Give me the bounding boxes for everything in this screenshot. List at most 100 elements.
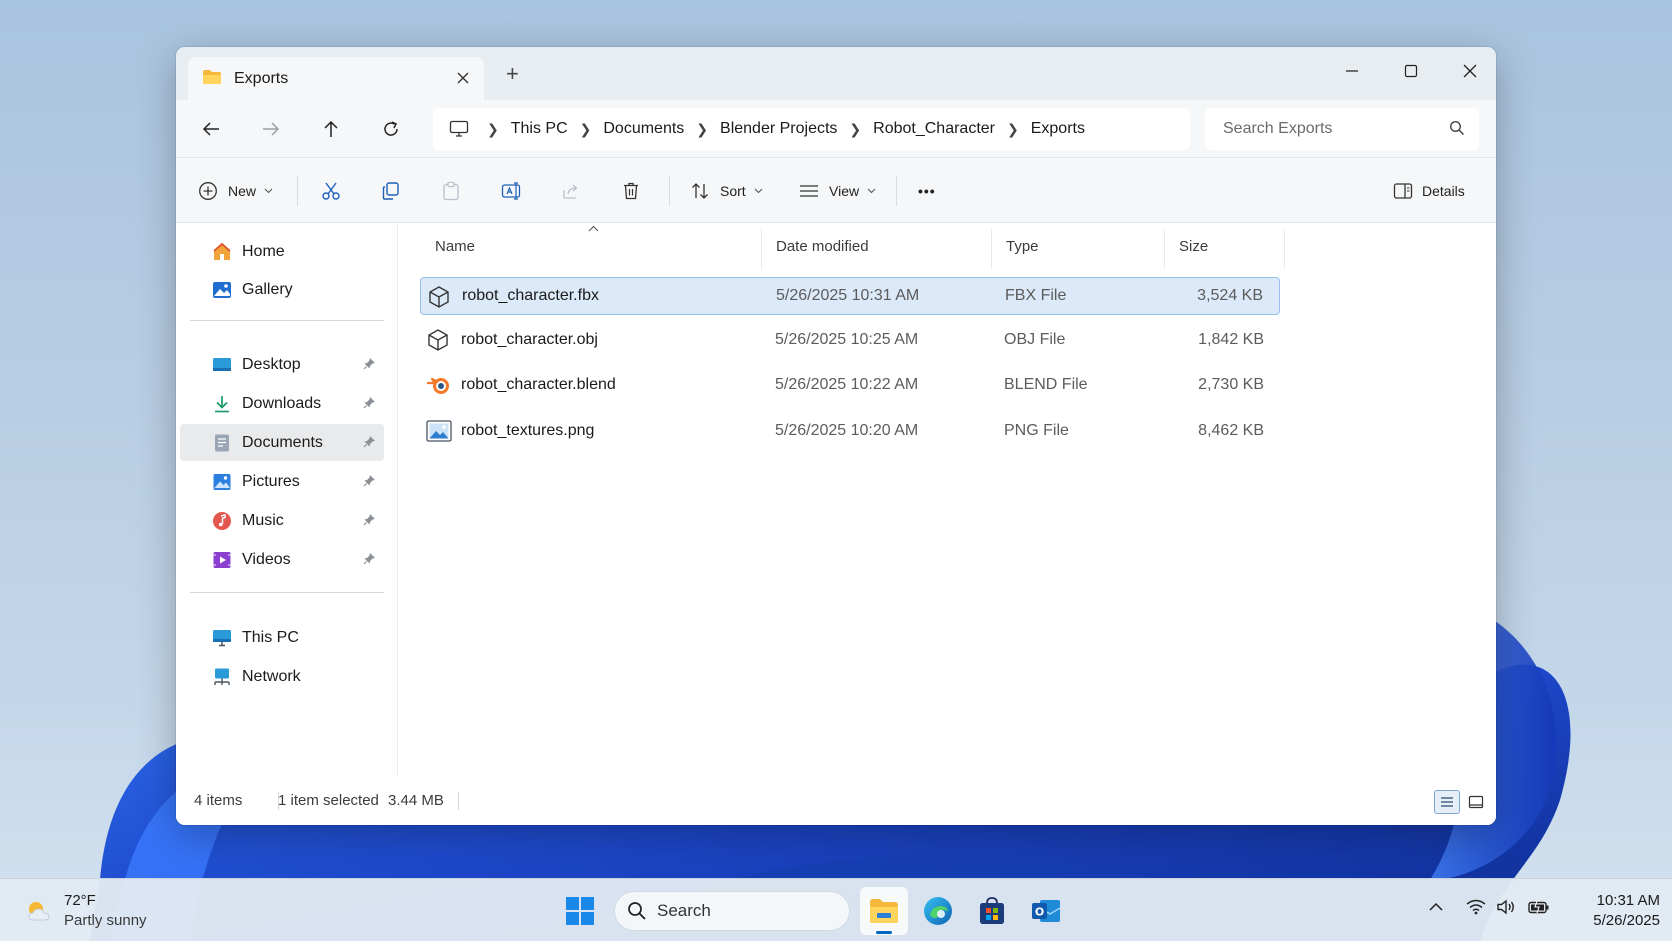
wifi-icon[interactable] — [1466, 899, 1486, 919]
taskbar-file-explorer[interactable] — [860, 887, 908, 935]
edge-browser-icon — [922, 895, 954, 927]
column-resize-handle[interactable] — [991, 229, 992, 269]
file-row[interactable]: robot_character.obj 5/26/2025 10:25 AM O… — [420, 321, 1280, 359]
pin-icon[interactable] — [363, 435, 376, 452]
tiles-view-button[interactable] — [1463, 790, 1489, 814]
column-resize-handle[interactable] — [1284, 229, 1285, 269]
volume-icon[interactable] — [1496, 899, 1518, 919]
3d-object-icon — [427, 285, 451, 309]
details-pane-icon — [1393, 182, 1413, 200]
refresh-button[interactable] — [373, 112, 409, 146]
sidebar-item-label: This PC — [242, 628, 299, 646]
battery-icon[interactable] — [1528, 899, 1550, 919]
column-header-name[interactable]: Name — [435, 223, 475, 269]
minimize-button[interactable] — [1326, 55, 1378, 87]
pin-icon[interactable] — [363, 513, 376, 530]
pin-icon[interactable] — [363, 396, 376, 413]
maximize-button[interactable] — [1385, 55, 1437, 87]
folder-icon — [202, 69, 222, 89]
computer-icon[interactable] — [449, 120, 469, 138]
taskbar-edge[interactable] — [914, 887, 962, 935]
search-placeholder: Search Exports — [1223, 120, 1333, 137]
details-pane-button[interactable]: Details — [1393, 174, 1465, 208]
file-explorer-icon — [868, 897, 900, 925]
column-header-date-modified[interactable]: Date modified — [776, 223, 869, 269]
sidebar-item-downloads[interactable]: Downloads — [180, 385, 384, 422]
sidebar-item-gallery[interactable]: Gallery — [180, 271, 384, 308]
view-button[interactable]: View — [799, 174, 876, 208]
share-button[interactable] — [561, 174, 581, 208]
sidebar-item-label: Pictures — [242, 472, 300, 490]
sort-icon — [690, 181, 710, 201]
tab-exports[interactable]: Exports — [188, 57, 484, 100]
sidebar-item-desktop[interactable]: Desktop — [180, 346, 384, 383]
clock-date: 5/26/2025 — [1593, 912, 1660, 929]
column-resize-handle[interactable] — [1164, 229, 1165, 269]
home-icon — [212, 242, 232, 262]
sidebar-item-home[interactable]: Home — [180, 233, 384, 270]
clock-time: 10:31 AM — [1596, 892, 1660, 909]
paste-button[interactable] — [441, 174, 461, 208]
breadcrumb-blender-projects[interactable]: Blender Projects — [708, 120, 849, 138]
more-options-button[interactable]: ••• — [918, 174, 936, 208]
gallery-icon — [212, 280, 232, 300]
desktop-icon — [212, 355, 232, 375]
breadcrumb-robot-character[interactable]: Robot_Character — [861, 120, 1007, 138]
weather-temperature: 72°F — [64, 892, 96, 909]
back-button[interactable] — [193, 112, 229, 146]
sidebar-item-label: Music — [242, 511, 284, 529]
status-divider — [458, 792, 459, 810]
breadcrumb[interactable]: ❯ This PC ❯ Documents ❯ Blender Projects… — [433, 108, 1190, 150]
up-button[interactable] — [313, 112, 349, 146]
trash-icon — [621, 181, 641, 201]
sidebar-item-label: Gallery — [242, 280, 293, 298]
new-tab-button[interactable]: + — [506, 63, 519, 85]
column-resize-handle[interactable] — [761, 229, 762, 269]
delete-button[interactable] — [621, 174, 641, 208]
windows-logo-icon — [565, 896, 595, 926]
sidebar-item-pictures[interactable]: Pictures — [180, 463, 384, 500]
new-button[interactable]: New — [198, 174, 273, 208]
taskbar-search[interactable]: Search — [614, 891, 850, 931]
copy-button[interactable] — [381, 174, 401, 208]
pin-icon[interactable] — [363, 474, 376, 491]
file-row-selected[interactable]: robot_character.fbx 5/26/2025 10:31 AM F… — [420, 277, 1280, 315]
file-row[interactable]: robot_textures.png 5/26/2025 10:20 AM PN… — [420, 412, 1280, 450]
start-button[interactable] — [556, 887, 604, 935]
search-input[interactable]: Search Exports — [1205, 108, 1479, 150]
search-icon — [627, 901, 647, 921]
column-header-type[interactable]: Type — [1006, 223, 1039, 269]
column-header-size[interactable]: Size — [1179, 223, 1208, 269]
sidebar-item-documents[interactable]: Documents — [180, 424, 384, 461]
svg-text:O: O — [1035, 906, 1044, 919]
weather-widget[interactable]: 72°F Partly sunny — [24, 891, 147, 931]
file-size: 8,462 KB — [1198, 422, 1264, 439]
file-name: robot_character.fbx — [462, 287, 599, 304]
close-tab-icon[interactable] — [456, 69, 470, 90]
sidebar-item-this-pc[interactable]: This PC — [180, 619, 384, 656]
breadcrumb-this-pc[interactable]: This PC — [499, 120, 580, 138]
sidebar-item-videos[interactable]: Videos — [180, 541, 384, 578]
weather-condition: Partly sunny — [64, 912, 147, 929]
details-view-button[interactable] — [1434, 790, 1460, 814]
pin-icon[interactable] — [363, 552, 376, 569]
new-label: New — [228, 183, 257, 199]
sidebar-item-music[interactable]: Music — [180, 502, 384, 539]
rename-button[interactable] — [501, 174, 523, 208]
details-view-icon — [1440, 796, 1454, 808]
system-clock[interactable]: 10:31 AM 5/26/2025 — [1560, 891, 1660, 931]
file-row[interactable]: robot_character.blend 5/26/2025 10:22 AM… — [420, 366, 1280, 404]
breadcrumb-documents[interactable]: Documents — [591, 120, 696, 138]
close-window-button[interactable] — [1444, 55, 1496, 87]
sidebar-item-network[interactable]: Network — [180, 658, 384, 695]
file-type: FBX File — [1005, 287, 1067, 304]
taskbar-microsoft-store[interactable] — [968, 887, 1016, 935]
pin-icon[interactable] — [363, 357, 376, 374]
file-name: robot_character.obj — [461, 331, 598, 348]
taskbar-outlook[interactable]: O — [1022, 887, 1070, 935]
show-hidden-icons-button[interactable] — [1428, 899, 1444, 919]
breadcrumb-exports[interactable]: Exports — [1019, 120, 1097, 138]
sort-button[interactable]: Sort — [690, 174, 763, 208]
forward-button[interactable] — [253, 112, 289, 146]
cut-button[interactable] — [321, 174, 341, 208]
